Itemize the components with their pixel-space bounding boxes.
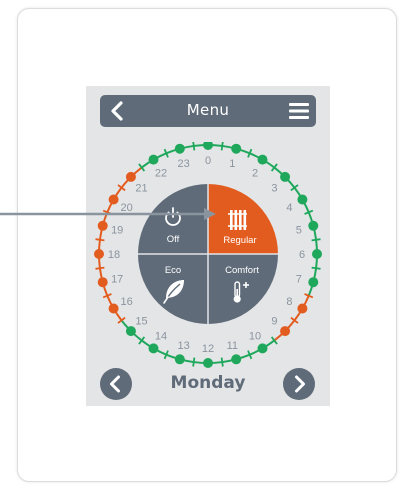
half-hour-tick <box>95 238 105 242</box>
mode-eco-label: Eco <box>165 265 181 276</box>
mode-regular-label: Regular <box>223 235 256 246</box>
hour-marker-18[interactable] <box>94 249 104 259</box>
hour-marker-11[interactable] <box>231 354 242 365</box>
half-hour-tick <box>192 142 196 151</box>
hour-marker-22[interactable] <box>148 154 159 165</box>
half-hour-tick <box>311 266 321 270</box>
hour-label: 6 <box>299 249 305 261</box>
pointer-arrow <box>0 208 216 220</box>
hamburger-menu-icon[interactable] <box>288 100 310 122</box>
hour-marker-4[interactable] <box>297 194 308 205</box>
hour-label: 10 <box>249 330 261 342</box>
hour-label: 9 <box>271 315 277 327</box>
top-bar: Menu <box>100 95 316 127</box>
hour-marker-5[interactable] <box>308 220 319 231</box>
hour-marker-23[interactable] <box>174 143 185 154</box>
hour-marker-13[interactable] <box>174 354 185 365</box>
page-title: Menu <box>186 101 230 119</box>
hour-marker-20[interactable] <box>108 194 119 205</box>
half-hour-tick <box>192 357 196 367</box>
half-hour-tick <box>95 266 105 270</box>
hour-label: 12 <box>202 343 214 355</box>
mode-off-label: Off <box>167 234 180 245</box>
hour-label: 23 <box>178 158 190 170</box>
hour-marker-1[interactable] <box>231 143 242 154</box>
hour-marker-21[interactable] <box>125 171 136 182</box>
hour-marker-8[interactable] <box>297 303 308 314</box>
mode-comfort-button[interactable]: Comfort <box>208 254 278 324</box>
half-hour-tick <box>311 238 321 242</box>
chevron-right-icon <box>295 375 305 393</box>
hour-label: 7 <box>296 273 302 285</box>
hour-marker-7[interactable] <box>308 277 319 288</box>
hour-marker-3[interactable] <box>280 171 291 182</box>
hour-marker-19[interactable] <box>97 220 108 231</box>
mode-selector: Off Regular Eco Comfort <box>138 184 278 324</box>
hour-label: 21 <box>135 183 147 195</box>
hour-marker-12[interactable] <box>203 358 213 368</box>
half-hour-tick <box>220 357 224 367</box>
half-hour-tick <box>220 142 224 151</box>
hour-label: 8 <box>286 296 292 308</box>
hour-label: 1 <box>229 158 235 170</box>
hour-label: 18 <box>108 249 120 261</box>
previous-day-button[interactable] <box>100 368 132 400</box>
hour-label: 13 <box>178 340 190 352</box>
hour-marker-14[interactable] <box>148 343 159 354</box>
next-day-button[interactable] <box>283 368 315 400</box>
hour-marker-10[interactable] <box>257 343 268 354</box>
hour-marker-9[interactable] <box>280 326 291 337</box>
hour-marker-0[interactable] <box>203 142 213 150</box>
hour-marker-2[interactable] <box>257 154 268 165</box>
hour-label: 17 <box>111 273 123 285</box>
hour-marker-6[interactable] <box>312 249 322 259</box>
hour-label: 15 <box>135 315 147 327</box>
hour-marker-17[interactable] <box>97 277 108 288</box>
hour-label: 11 <box>227 340 238 352</box>
hour-marker-16[interactable] <box>108 303 119 314</box>
hour-label: 3 <box>271 183 277 195</box>
mode-comfort-label: Comfort <box>225 265 259 276</box>
mode-eco-button[interactable]: Eco <box>138 254 208 324</box>
current-day-label: Monday <box>170 373 246 393</box>
hour-label: 5 <box>296 225 302 237</box>
hour-label: 16 <box>120 296 132 308</box>
hour-label: 4 <box>286 202 292 214</box>
hour-label: 2 <box>252 168 258 180</box>
hour-marker-15[interactable] <box>125 326 136 337</box>
hour-label: 0 <box>205 155 211 167</box>
schedule-dial: 0 1234567891011121314151617181920212223 O… <box>94 142 322 368</box>
hour-label: 14 <box>155 330 167 342</box>
hour-label: 22 <box>155 168 167 180</box>
chevron-left-icon <box>110 375 120 393</box>
hour-label: 19 <box>111 225 123 237</box>
